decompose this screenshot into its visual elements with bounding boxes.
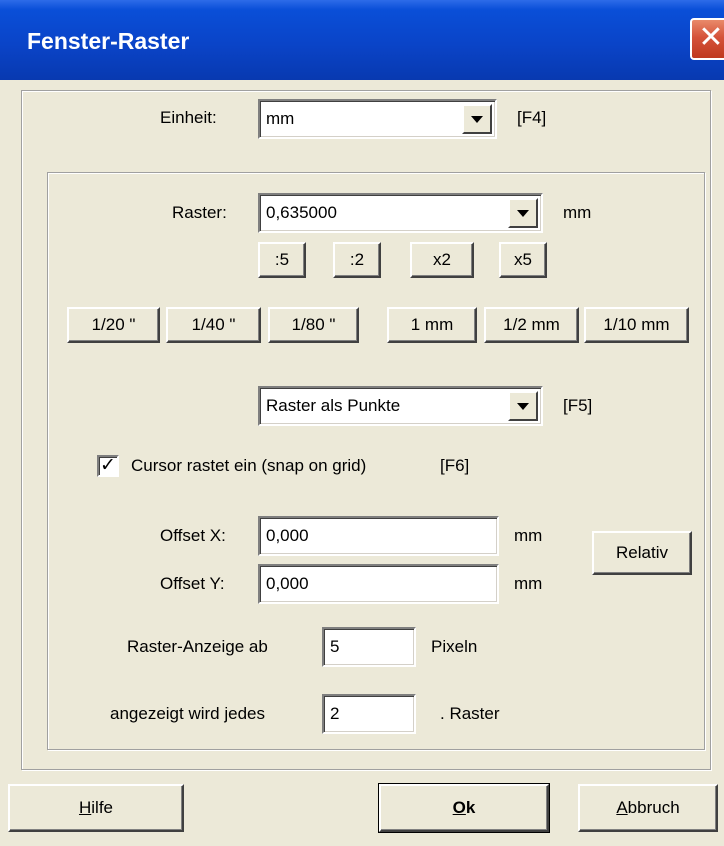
preset-1-2-mm-button[interactable]: 1/2 mm — [484, 307, 579, 343]
divide-2-button[interactable]: :2 — [333, 242, 381, 278]
hilfe-accel: H — [78, 798, 92, 817]
ok-accel: O — [452, 798, 466, 817]
hilfe-button[interactable]: Hilfe — [8, 784, 184, 832]
offset-x-input[interactable]: 0,000 — [258, 516, 499, 556]
offset-x-value: 0,000 — [266, 526, 309, 545]
close-icon: ✕ — [698, 21, 724, 54]
checkmark-icon: ✓ — [100, 455, 116, 476]
offset-y-label: Offset Y: — [160, 574, 225, 593]
window-title: Fenster-Raster — [27, 28, 190, 54]
raster-unit: mm — [563, 203, 592, 222]
preset-1-80-inch-button[interactable]: 1/80 " — [268, 307, 359, 343]
snap-checkbox[interactable]: ✓ — [97, 455, 119, 477]
snap-label[interactable]: Cursor rastet ein (snap on grid) — [131, 456, 366, 476]
raster-anzeige-value: 5 — [330, 637, 340, 656]
raster-combo[interactable]: 0,635000 — [258, 193, 543, 233]
chevron-down-icon[interactable] — [508, 391, 538, 421]
display-mode-combo[interactable]: Raster als Punkte — [258, 386, 543, 426]
raster-anzeige-label: Raster-Anzeige ab — [127, 637, 268, 656]
multiply-2-button[interactable]: x2 — [410, 242, 474, 278]
display-mode-shortcut: [F5] — [563, 396, 593, 415]
chevron-down-icon[interactable] — [508, 198, 538, 228]
angezeigt-label: angezeigt wird jedes — [110, 704, 265, 723]
raster-value: 0,635000 — [266, 203, 337, 222]
raster-label: Raster: — [172, 203, 227, 222]
angezeigt-input[interactable]: 2 — [322, 694, 416, 734]
angezeigt-suffix: . Raster — [440, 704, 500, 723]
preset-1-10-mm-button[interactable]: 1/10 mm — [584, 307, 689, 343]
abbruch-accel: A — [616, 798, 628, 817]
preset-1-20-inch-button[interactable]: 1/20 " — [67, 307, 160, 343]
multiply-5-button[interactable]: x5 — [499, 242, 547, 278]
angezeigt-value: 2 — [330, 704, 340, 723]
offset-x-unit: mm — [514, 526, 543, 545]
offset-y-unit: mm — [514, 574, 543, 593]
preset-1-mm-button[interactable]: 1 mm — [387, 307, 477, 343]
snap-shortcut: [F6] — [440, 456, 470, 475]
ok-label: k — [465, 798, 476, 817]
hilfe-label: ilfe — [91, 798, 113, 817]
divide-5-button[interactable]: :5 — [258, 242, 306, 278]
abbruch-label: bbruch — [627, 798, 680, 817]
einheit-value: mm — [266, 109, 295, 128]
raster-anzeige-input[interactable]: 5 — [322, 627, 416, 667]
offset-x-label: Offset X: — [160, 526, 226, 545]
relativ-button[interactable]: Relativ — [592, 531, 692, 575]
display-mode-value: Raster als Punkte — [266, 396, 401, 415]
abbruch-button[interactable]: Abbruch — [578, 784, 718, 832]
einheit-combo[interactable]: mm — [258, 99, 497, 139]
preset-1-40-inch-button[interactable]: 1/40 " — [166, 307, 261, 343]
offset-y-input[interactable]: 0,000 — [258, 564, 499, 604]
einheit-shortcut: [F4] — [517, 108, 547, 127]
close-button[interactable]: ✕ — [690, 18, 724, 60]
offset-y-value: 0,000 — [266, 574, 309, 593]
raster-anzeige-unit: Pixeln — [431, 637, 478, 656]
einheit-label: Einheit: — [160, 108, 217, 127]
chevron-down-icon[interactable] — [462, 104, 492, 134]
ok-button[interactable]: Ok — [379, 784, 549, 832]
